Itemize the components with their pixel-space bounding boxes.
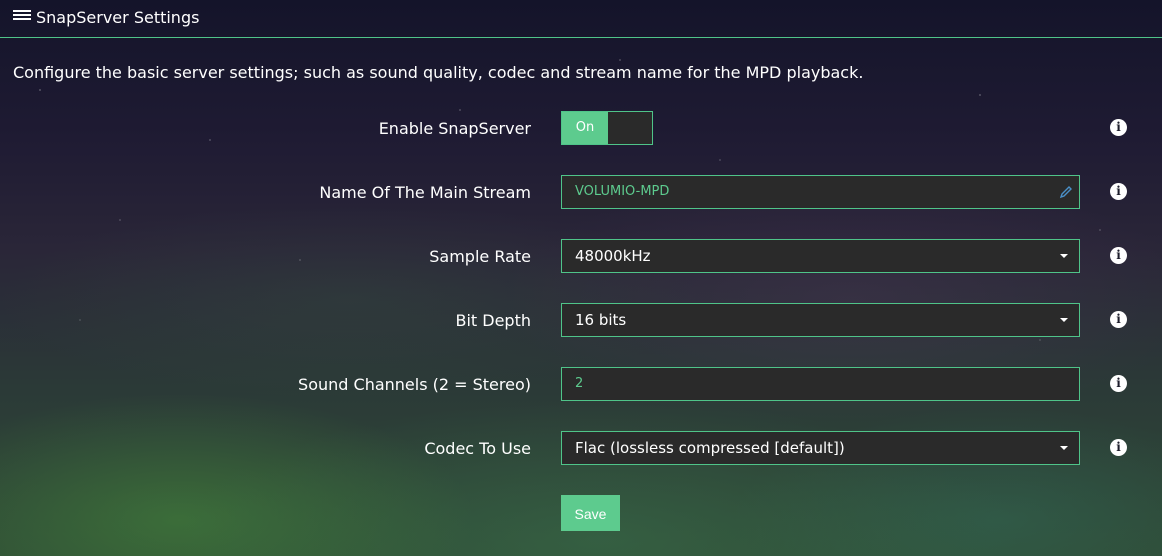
save-button[interactable]: Save xyxy=(561,495,620,531)
codec-label: Codec To Use xyxy=(424,439,531,458)
sample-rate-select[interactable]: 48000kHz xyxy=(561,239,1080,273)
enable-snapserver-label: Enable SnapServer xyxy=(378,119,531,138)
chevron-down-icon xyxy=(1060,254,1068,258)
sample-rate-label: Sample Rate xyxy=(429,247,531,266)
section-header: SnapServer Settings xyxy=(0,0,1162,38)
info-icon[interactable]: i xyxy=(1110,119,1127,136)
chevron-down-icon xyxy=(1060,446,1068,450)
stream-name-label: Name Of The Main Stream xyxy=(319,183,531,202)
bit-depth-label: Bit Depth xyxy=(455,311,531,330)
sound-channels-value: 2 xyxy=(575,376,584,391)
info-icon[interactable]: i xyxy=(1110,375,1127,392)
pencil-icon xyxy=(1059,186,1072,199)
toggle-on-state: On xyxy=(562,112,608,144)
info-icon[interactable]: i xyxy=(1110,439,1127,456)
server-icon xyxy=(13,10,31,24)
section-title: SnapServer Settings xyxy=(36,8,200,27)
stream-name-input[interactable]: VOLUMIO-MPD xyxy=(561,175,1080,209)
stream-name-value: VOLUMIO-MPD xyxy=(575,184,670,199)
sound-channels-input[interactable]: 2 xyxy=(561,367,1080,401)
info-icon[interactable]: i xyxy=(1110,311,1127,328)
bit-depth-select[interactable]: 16 bits xyxy=(561,303,1080,337)
info-icon[interactable]: i xyxy=(1110,183,1127,200)
section-description: Configure the basic server settings; suc… xyxy=(13,63,864,82)
background-sky xyxy=(0,0,1162,556)
sound-channels-label: Sound Channels (2 = Stereo) xyxy=(298,375,531,394)
chevron-down-icon xyxy=(1060,318,1068,322)
codec-select[interactable]: Flac (lossless compressed [default]) xyxy=(561,431,1080,465)
bit-depth-value: 16 bits xyxy=(575,311,627,329)
sample-rate-value: 48000kHz xyxy=(575,247,651,265)
info-icon[interactable]: i xyxy=(1110,247,1127,264)
enable-snapserver-toggle[interactable]: On xyxy=(561,111,653,145)
codec-value: Flac (lossless compressed [default]) xyxy=(575,439,845,457)
